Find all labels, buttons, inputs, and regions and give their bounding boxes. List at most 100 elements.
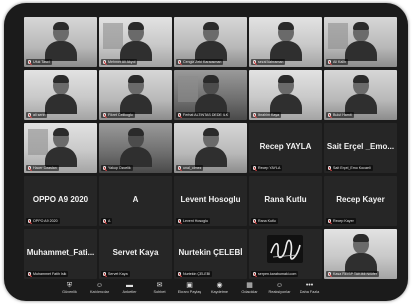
muted-mic-icon	[28, 272, 31, 276]
muted-mic-icon	[328, 113, 331, 117]
participant-tile[interactable]: Sait Erçel _Emo... Sait Erçel_Emo Kocaeli	[324, 123, 397, 173]
participant-label-text: Bulut Hamit	[333, 113, 352, 117]
participant-tile[interactable]: Nurtekin ÇELEBİ Nurtekin ÇELEBİ	[174, 229, 247, 279]
profile-signature-image	[267, 235, 303, 263]
participant-display-name: Sait Erçel _Emo...	[326, 142, 395, 151]
participant-display-name: Muhammet_Fati...	[26, 248, 95, 257]
chat-icon: ▬	[126, 282, 133, 289]
participant-video	[44, 127, 78, 167]
participant-hair	[127, 22, 144, 30]
participant-label-text: Muhammet Fatih Isik	[33, 272, 67, 276]
participant-hair	[52, 75, 69, 83]
toolbar-button-label: Reaksiyonlar	[268, 290, 291, 294]
participant-hair	[52, 128, 69, 136]
participant-video	[119, 74, 153, 114]
muted-mic-icon	[328, 272, 331, 276]
participant-tile[interactable]: Yakup Ozcelik	[99, 123, 172, 173]
participant-tile[interactable]: Levent Hosoglu Levent Hosoglu	[174, 176, 247, 226]
participant-tile[interactable]: Ufuk Tasci	[24, 17, 97, 67]
toolbar-button-chat[interactable]: ▬ Anketler	[116, 281, 143, 301]
participant-video	[44, 21, 78, 61]
toolbar-button-more[interactable]: ••• Daha Fazla	[296, 281, 323, 301]
participant-label-text: Rana Kutlu	[258, 219, 276, 223]
participant-label-text: Ibrahim Kaya	[258, 113, 280, 117]
muted-mic-icon	[328, 60, 331, 64]
participant-name-label: Mehmet Ali Akyol	[101, 59, 138, 65]
participant-tile[interactable]: Muhammet_Fati... Muhammet Fatih Isik	[24, 229, 97, 279]
participant-tile[interactable]: ali serin	[24, 70, 97, 120]
participant-body	[194, 147, 227, 167]
participant-name-label: Cengiz Zeki Karaosman	[176, 59, 224, 65]
muted-mic-icon	[253, 60, 256, 64]
toolbar-button-record[interactable]: ◉ Kaydetme	[206, 281, 233, 301]
participant-name-label: Rana Kutlu	[251, 218, 278, 224]
participant-tile[interactable]: Kasa REISP TAKIMI Nilüfer	[324, 229, 397, 279]
participant-tile[interactable]: sezai kahraman	[249, 17, 322, 67]
toolbar-button-breakout[interactable]: ▦ Odacıklar	[236, 281, 263, 301]
participant-display-name: A	[132, 195, 139, 204]
participant-video	[194, 74, 228, 114]
participant-video	[344, 21, 378, 61]
participant-label-text: ali serin	[33, 113, 46, 117]
participant-hair	[277, 22, 294, 30]
toolbar-button-shield[interactable]: ⛨ Güvenlik	[56, 281, 83, 301]
participant-tile[interactable]: OPPO A9 2020 OPPO A9 2020	[24, 176, 97, 226]
participant-hair	[277, 75, 294, 83]
participant-tile[interactable]: Ali Kalin	[324, 17, 397, 67]
participant-video	[344, 74, 378, 114]
participant-tile[interactable]: Bulut Hamit	[324, 70, 397, 120]
shield-icon: ⛨	[66, 282, 73, 289]
participant-name-label: Hacer Ozaslan	[26, 165, 59, 171]
participant-video	[269, 74, 303, 114]
participant-body	[44, 94, 77, 114]
participant-label-text: Kasa REISP TAKIMI Nilüfer	[333, 272, 377, 276]
participant-tile[interactable]: Cengiz Zeki Karaosman	[174, 17, 247, 67]
muted-mic-icon	[253, 166, 256, 170]
participant-hair	[352, 75, 369, 83]
participant-name-label: ali serin	[26, 112, 48, 118]
meeting-toolbar: ⛨ Güvenlik ☺ Katılımcılar ▬ Anketler ✉ Sohbet ▣ E…	[4, 281, 408, 301]
participant-label-text: Cengiz Zeki Karaosman	[183, 60, 222, 64]
toolbar-button-participants[interactable]: ☺ Katılımcılar	[86, 281, 113, 301]
participant-video	[194, 127, 228, 167]
participant-display-name: Recep YAYLA	[259, 142, 312, 151]
share-screen-icon: ▣	[186, 282, 193, 289]
participant-display-name: OPPO A9 2020	[32, 195, 89, 204]
participant-tile[interactable]: Ferhat ALTINTAS DEDE ILK	[174, 70, 247, 120]
participant-body	[344, 94, 377, 114]
participant-tile[interactable]: Servet Kaya Servet Kaya	[99, 229, 172, 279]
record-icon: ◉	[216, 282, 223, 289]
participant-hair	[202, 75, 219, 83]
participant-tile[interactable]: unal_olmez	[174, 123, 247, 173]
participant-body	[344, 41, 377, 61]
participant-name-label: Bulut Hamit	[326, 112, 354, 118]
participant-tile[interactable]: AA	[99, 176, 172, 226]
toolbar-button-label: Güvenlik	[62, 290, 77, 294]
toolbar-button-reactions[interactable]: ☺ Reaksiyonlar	[266, 281, 293, 301]
participant-label-text: Fikret Celikoglu	[108, 113, 133, 117]
participant-tile[interactable]: Recep Kayer Recep Kayer	[324, 176, 397, 226]
participant-name-label: Ali Kalin	[326, 59, 348, 65]
participant-tile[interactable]: Recep YAYLA Recep YAYLA	[249, 123, 322, 173]
participant-name-label: Muhammet Fatih Isik	[26, 271, 69, 277]
toolbar-button-chat-bubble[interactable]: ✉ Sohbet	[146, 281, 173, 301]
participant-hair	[202, 22, 219, 30]
toolbar-button-share-screen[interactable]: ▣ Ekranı Paylaş	[176, 281, 203, 301]
participant-display-name: Nurtekin ÇELEBİ	[178, 248, 243, 257]
participant-hair	[352, 234, 369, 242]
participant-name-label: Sait Erçel_Emo Kocaeli	[326, 165, 373, 171]
participant-tile[interactable]: Hacer Ozaslan	[24, 123, 97, 173]
toolbar-button-label: Odacıklar	[241, 290, 258, 294]
participant-tile[interactable]: Fikret Celikoglu	[99, 70, 172, 120]
participant-tile[interactable]: serpen.karabumaki.com	[249, 229, 322, 279]
participant-body	[344, 253, 377, 273]
participant-display-name: Servet Kaya	[112, 248, 159, 257]
participant-video	[44, 74, 78, 114]
participant-tile[interactable]: Mehmet Ali Akyol	[99, 17, 172, 67]
participant-label-text: Ali Kalin	[333, 60, 346, 64]
participant-name-label: Fikret Celikoglu	[101, 112, 135, 118]
participant-tile[interactable]: Ibrahim Kaya	[249, 70, 322, 120]
toolbar-button-label: Ekranı Paylaş	[177, 290, 202, 294]
participant-tile[interactable]: Rana Kutlu Rana Kutlu	[249, 176, 322, 226]
participant-label-text: OPPO A9 2020	[33, 219, 58, 223]
